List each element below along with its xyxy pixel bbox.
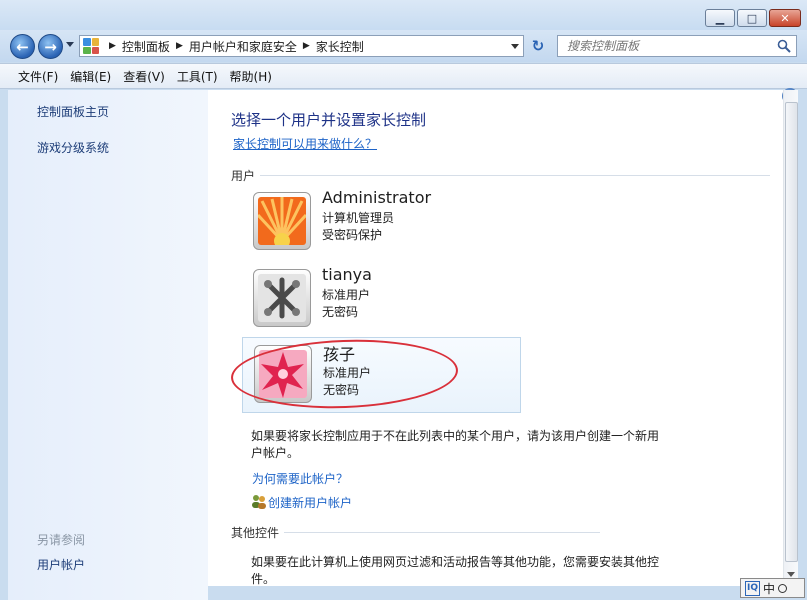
menu-bar: 文件(F) 编辑(E) 查看(V) 工具(T) 帮助(H) <box>0 63 807 89</box>
ime-punctuation-icon[interactable] <box>778 583 788 593</box>
not-listed-user-text: 如果要将家长控制应用于不在此列表中的某个用户，请为该用户创建一个新用户帐户。 <box>251 429 660 460</box>
sidebar-link-game-ratings[interactable]: 游戏分级系统 <box>37 139 109 156</box>
user-card-administrator[interactable]: Administrator 计算机管理员 受密码保护 <box>242 185 521 261</box>
users-section-label: 用户 <box>231 169 256 183</box>
menu-tools[interactable]: 工具(T) <box>171 68 224 85</box>
breadcrumb-separator-icon[interactable]: ▶ <box>109 41 116 51</box>
user-name: Administrator <box>322 188 432 207</box>
sidebar-link-user-accounts[interactable]: 用户帐户 <box>37 556 85 573</box>
pink-star-avatar-icon <box>259 350 307 398</box>
why-need-account-link[interactable]: 为何需要此帐户？ <box>252 470 348 487</box>
address-bar[interactable]: ▶ 控制面板 ▶ 用户帐户和家庭安全 ▶ 家长控制 <box>79 35 524 57</box>
metal-jacks-avatar-icon <box>258 274 306 322</box>
user-password-status: 无密码 <box>323 383 360 397</box>
menu-help[interactable]: 帮助(H) <box>224 68 278 85</box>
address-dropdown-icon[interactable] <box>511 44 519 49</box>
menu-file[interactable]: 文件(F) <box>12 68 64 85</box>
control-panel-icon <box>83 38 99 54</box>
scroll-down-arrow-icon[interactable] <box>787 572 795 577</box>
create-new-user-account-link[interactable]: 创建新用户帐户 <box>268 494 352 511</box>
window-controls: ▁ □ ✕ <box>705 9 801 27</box>
breadcrumb-user-accounts[interactable]: 用户帐户和家庭安全 <box>189 38 297 55</box>
flower-avatar-icon <box>258 197 306 245</box>
user-type: 计算机管理员 <box>322 211 395 225</box>
minimize-button[interactable]: ▁ <box>705 9 735 27</box>
other-controls-text: 如果要在此计算机上使用网页过滤和活动报告等其他功能，您需要安装其他控件。 <box>251 555 660 586</box>
user-card-child[interactable]: 孩子 标准用户 无密码 <box>242 337 521 413</box>
ime-logo-icon: IQ <box>745 580 760 596</box>
navigation-bar: ← → ▶ 控制面板 ▶ 用户帐户和家庭安全 ▶ 家长控制 ↻ <box>0 30 807 62</box>
search-input[interactable] <box>567 39 767 53</box>
refresh-button[interactable]: ↻ <box>528 36 548 56</box>
forward-button[interactable]: → <box>38 34 63 59</box>
see-also-heading: 另请参阅 <box>37 533 86 547</box>
breadcrumb-parental-controls[interactable]: 家长控制 <box>316 38 364 55</box>
back-button[interactable]: ← <box>10 34 35 59</box>
user-type: 标准用户 <box>322 288 371 302</box>
ime-language-label[interactable]: 中 <box>763 580 775 597</box>
search-box[interactable] <box>557 35 797 57</box>
users-section-divider <box>260 175 770 176</box>
maximize-button[interactable]: □ <box>737 9 767 27</box>
avatar <box>253 269 311 327</box>
main-content: 选择一个用户并设置家长控制 家长控制可以用来做什么？ 用户 Administra… <box>208 90 783 586</box>
breadcrumb-separator-icon[interactable]: ▶ <box>303 41 310 51</box>
title-bar: ▁ □ ✕ <box>0 0 807 32</box>
user-password-status: 受密码保护 <box>322 228 383 242</box>
user-name: tianya <box>322 265 372 284</box>
avatar <box>253 192 311 250</box>
search-icon[interactable] <box>777 39 791 53</box>
close-button[interactable]: ✕ <box>769 9 801 27</box>
recent-pages-dropdown-icon[interactable] <box>66 42 74 47</box>
ime-toolbar[interactable]: IQ 中 <box>740 578 805 598</box>
user-type: 标准用户 <box>323 366 372 380</box>
sidebar-link-control-panel-home[interactable]: 控制面板主页 <box>37 103 109 120</box>
other-controls-divider <box>284 532 600 533</box>
menu-edit[interactable]: 编辑(E) <box>64 68 117 85</box>
sidebar: 控制面板主页 游戏分级系统 另请参阅 用户帐户 <box>8 90 208 600</box>
menu-view[interactable]: 查看(V) <box>117 68 171 85</box>
vertical-scrollbar[interactable] <box>783 90 798 586</box>
user-password-status: 无密码 <box>322 305 359 319</box>
breadcrumb-separator-icon[interactable]: ▶ <box>176 41 183 51</box>
create-user-icon <box>252 495 266 509</box>
user-card-tianya[interactable]: tianya 标准用户 无密码 <box>242 262 521 338</box>
user-name: 孩子 <box>323 345 356 364</box>
scrollbar-thumb[interactable] <box>785 102 798 562</box>
page-title: 选择一个用户并设置家长控制 <box>231 111 427 129</box>
breadcrumb-control-panel[interactable]: 控制面板 <box>122 38 170 55</box>
avatar <box>254 345 312 403</box>
other-controls-section-label: 其他控件 <box>231 526 280 540</box>
what-can-parental-controls-do-link[interactable]: 家长控制可以用来做什么？ <box>233 135 377 152</box>
